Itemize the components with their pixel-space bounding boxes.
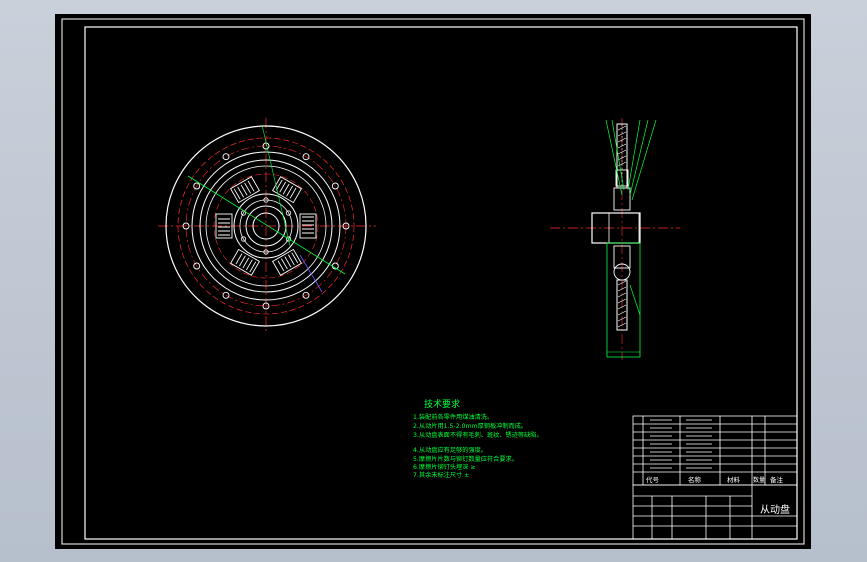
parts-header-qty: 数量 — [753, 476, 765, 484]
parts-header-code: 代号 — [646, 475, 660, 484]
parts-header-name: 名称 — [688, 475, 702, 484]
drawing-title: 从动盘 — [760, 503, 790, 516]
tech-req-line-6: 6.摩擦片铆钉头埋深 ≥ — [413, 463, 476, 471]
parts-header-material: 材料 — [727, 475, 741, 484]
cad-viewport[interactable]: 代号 名称 材料 数量 备注 从动盘 技术要求 1.装配前各零件用煤油清洗。 2… — [0, 0, 867, 562]
tech-req-line-4: 4.从动盘应有足够的强度。 — [413, 446, 487, 454]
tech-req-line-2: 2.从动片用1.5-2.0mm厚钢板冲制而成。 — [413, 422, 527, 430]
tech-req-heading: 技术要求 — [424, 398, 460, 410]
tech-req-line-1: 1.装配前各零件用煤油清洗。 — [413, 413, 493, 421]
tech-req-line-5: 5.摩擦片片数与铆钉数量应符合要求。 — [413, 455, 518, 463]
tech-req-line-3: 3.从动盘表面不得有毛刺、斑纹、锈迹等缺陷。 — [413, 431, 543, 439]
parts-header-remark: 备注 — [770, 475, 784, 484]
tech-req-line-7: 7.其余未标注尺寸 ± — [413, 471, 469, 479]
